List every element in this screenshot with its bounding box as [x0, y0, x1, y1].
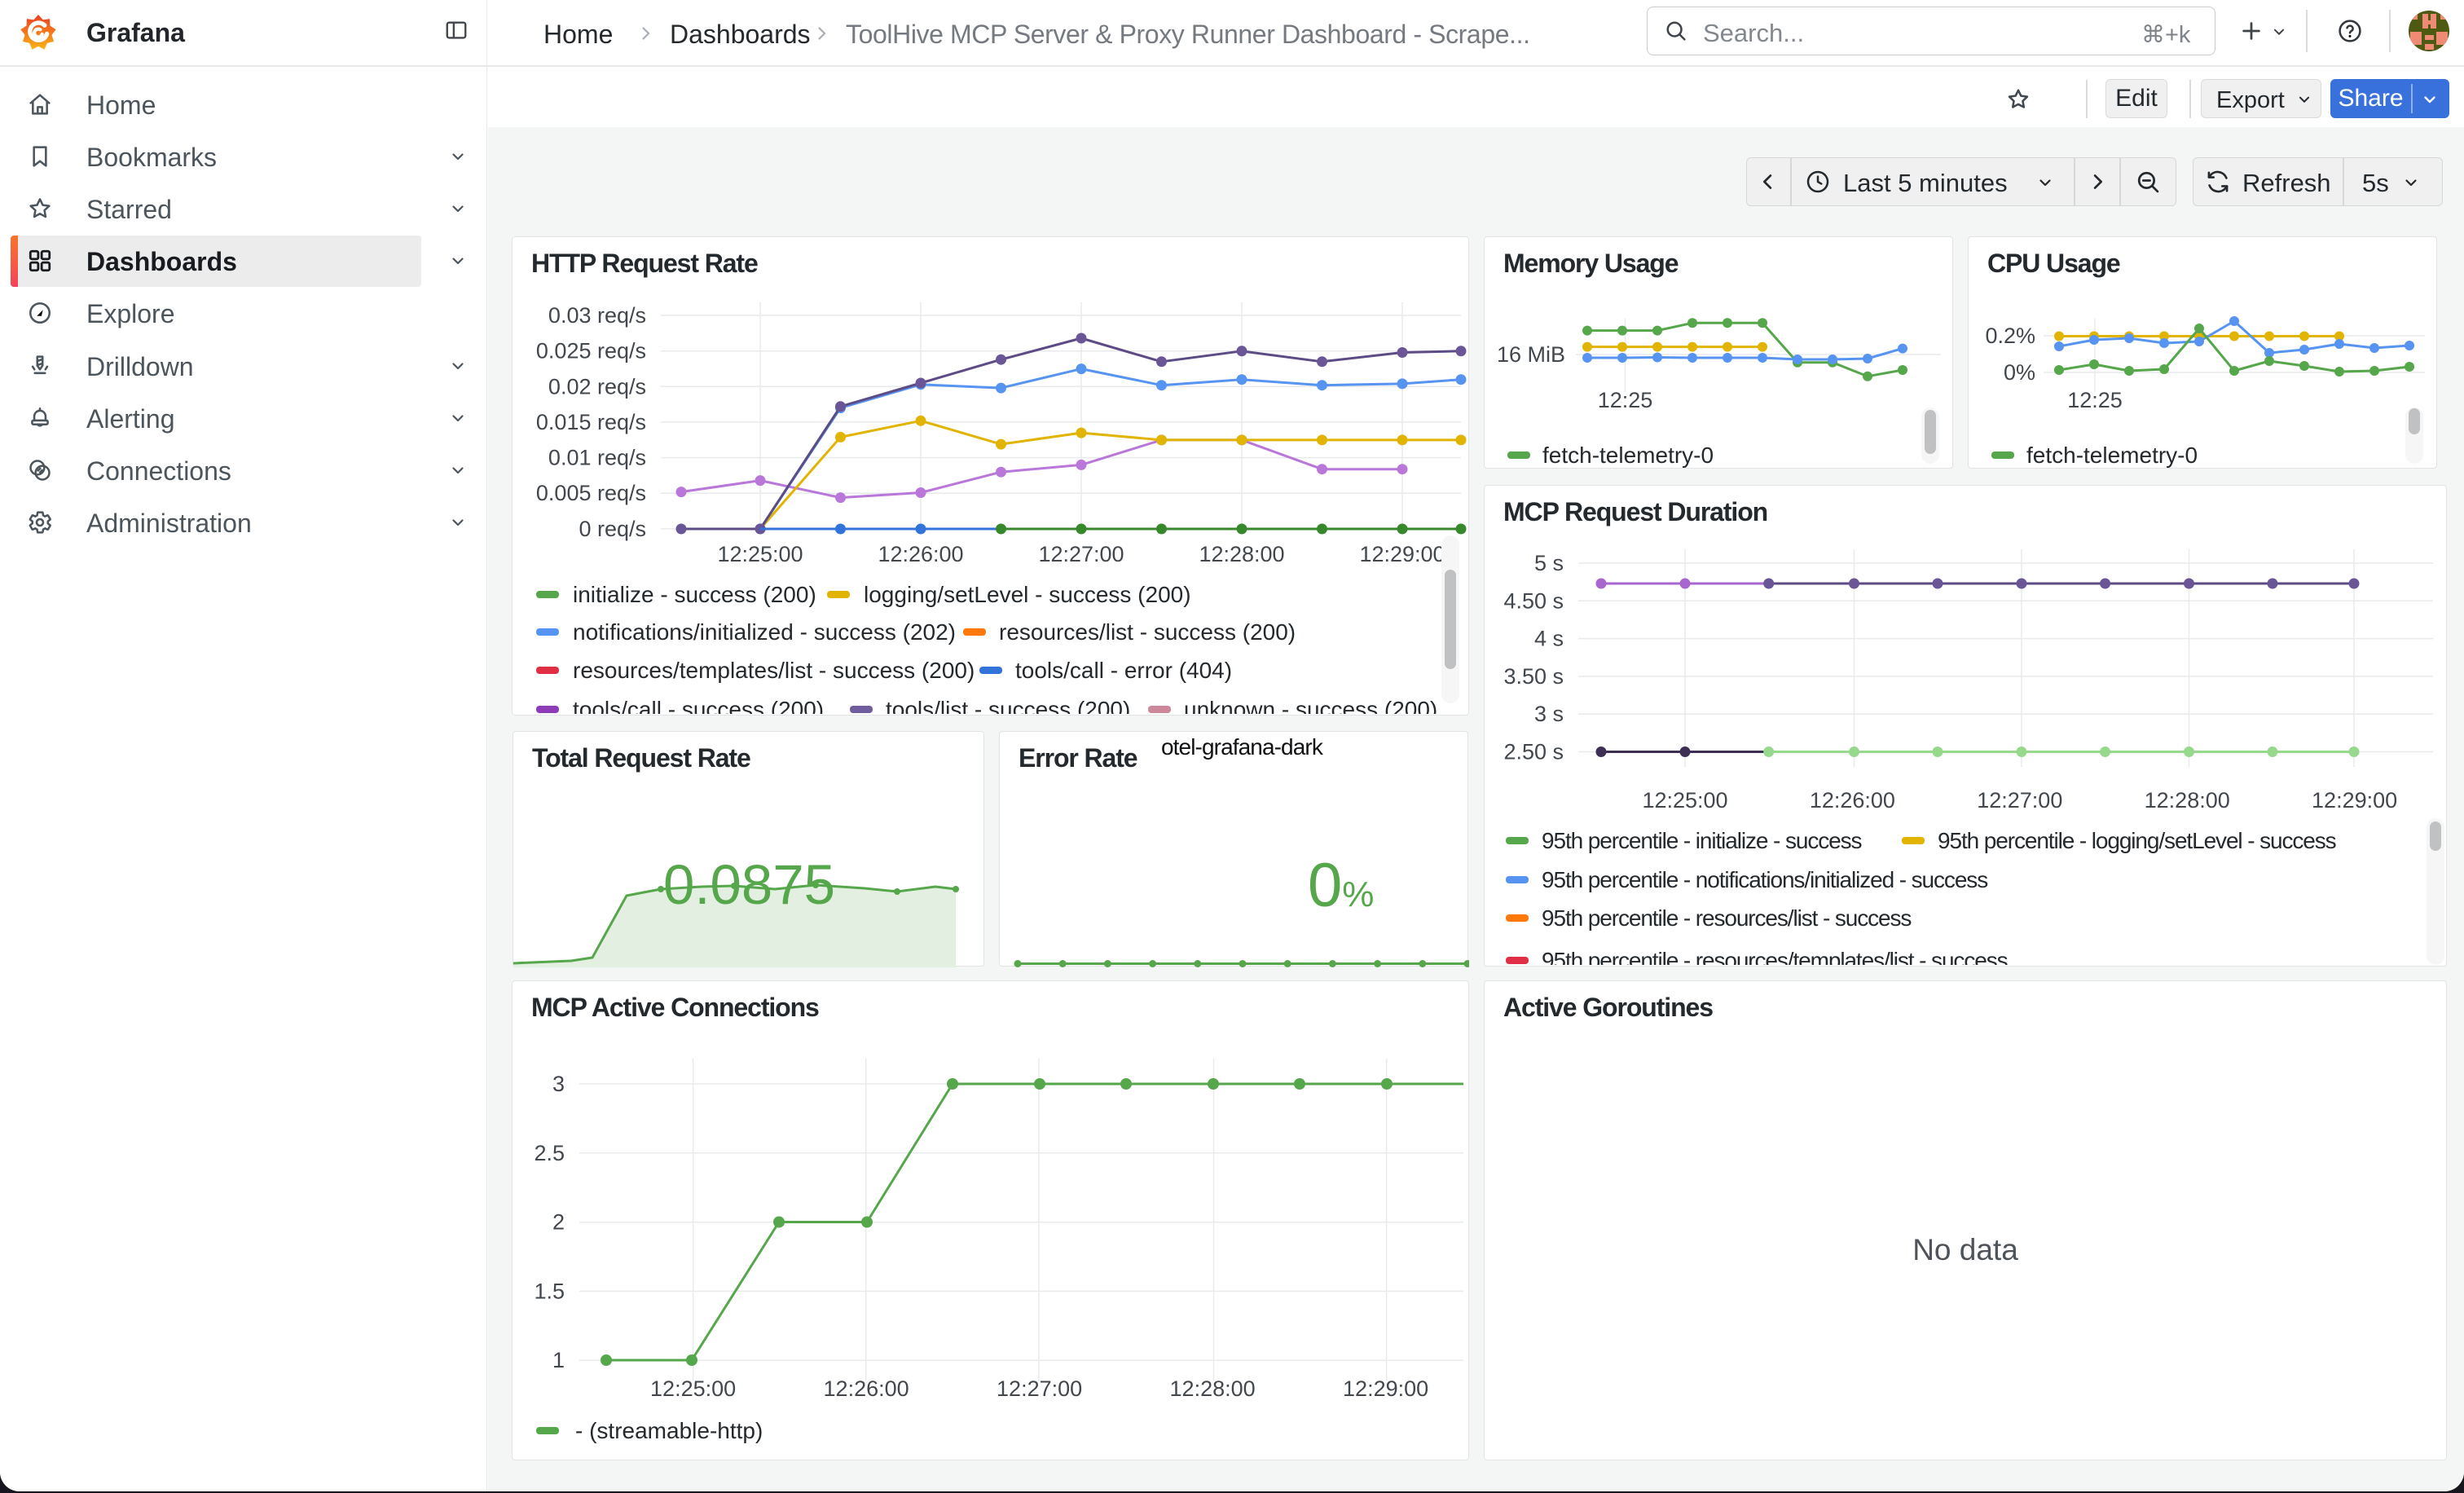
svg-text:1: 1 [552, 1348, 565, 1372]
svg-text:2.5: 2.5 [534, 1141, 565, 1165]
svg-text:12:29:00: 12:29:00 [1343, 1376, 1428, 1401]
svg-text:12:26:00: 12:26:00 [824, 1376, 909, 1401]
svg-text:12:25:00: 12:25:00 [650, 1376, 736, 1401]
svg-text:0.2%: 0.2% [1985, 324, 2035, 348]
svg-text:12:28:00: 12:28:00 [1170, 1376, 1256, 1401]
svg-text:12:25: 12:25 [1598, 388, 1653, 412]
svg-text:12:27:00: 12:27:00 [997, 1376, 1082, 1401]
svg-text:1.5: 1.5 [534, 1279, 565, 1303]
svg-text:16 MiB: 16 MiB [1497, 342, 1565, 367]
svg-text:3: 3 [552, 1072, 565, 1096]
svg-text:0%: 0% [2004, 360, 2035, 385]
svg-text:2: 2 [552, 1210, 565, 1235]
svg-text:12:25: 12:25 [2067, 388, 2123, 412]
